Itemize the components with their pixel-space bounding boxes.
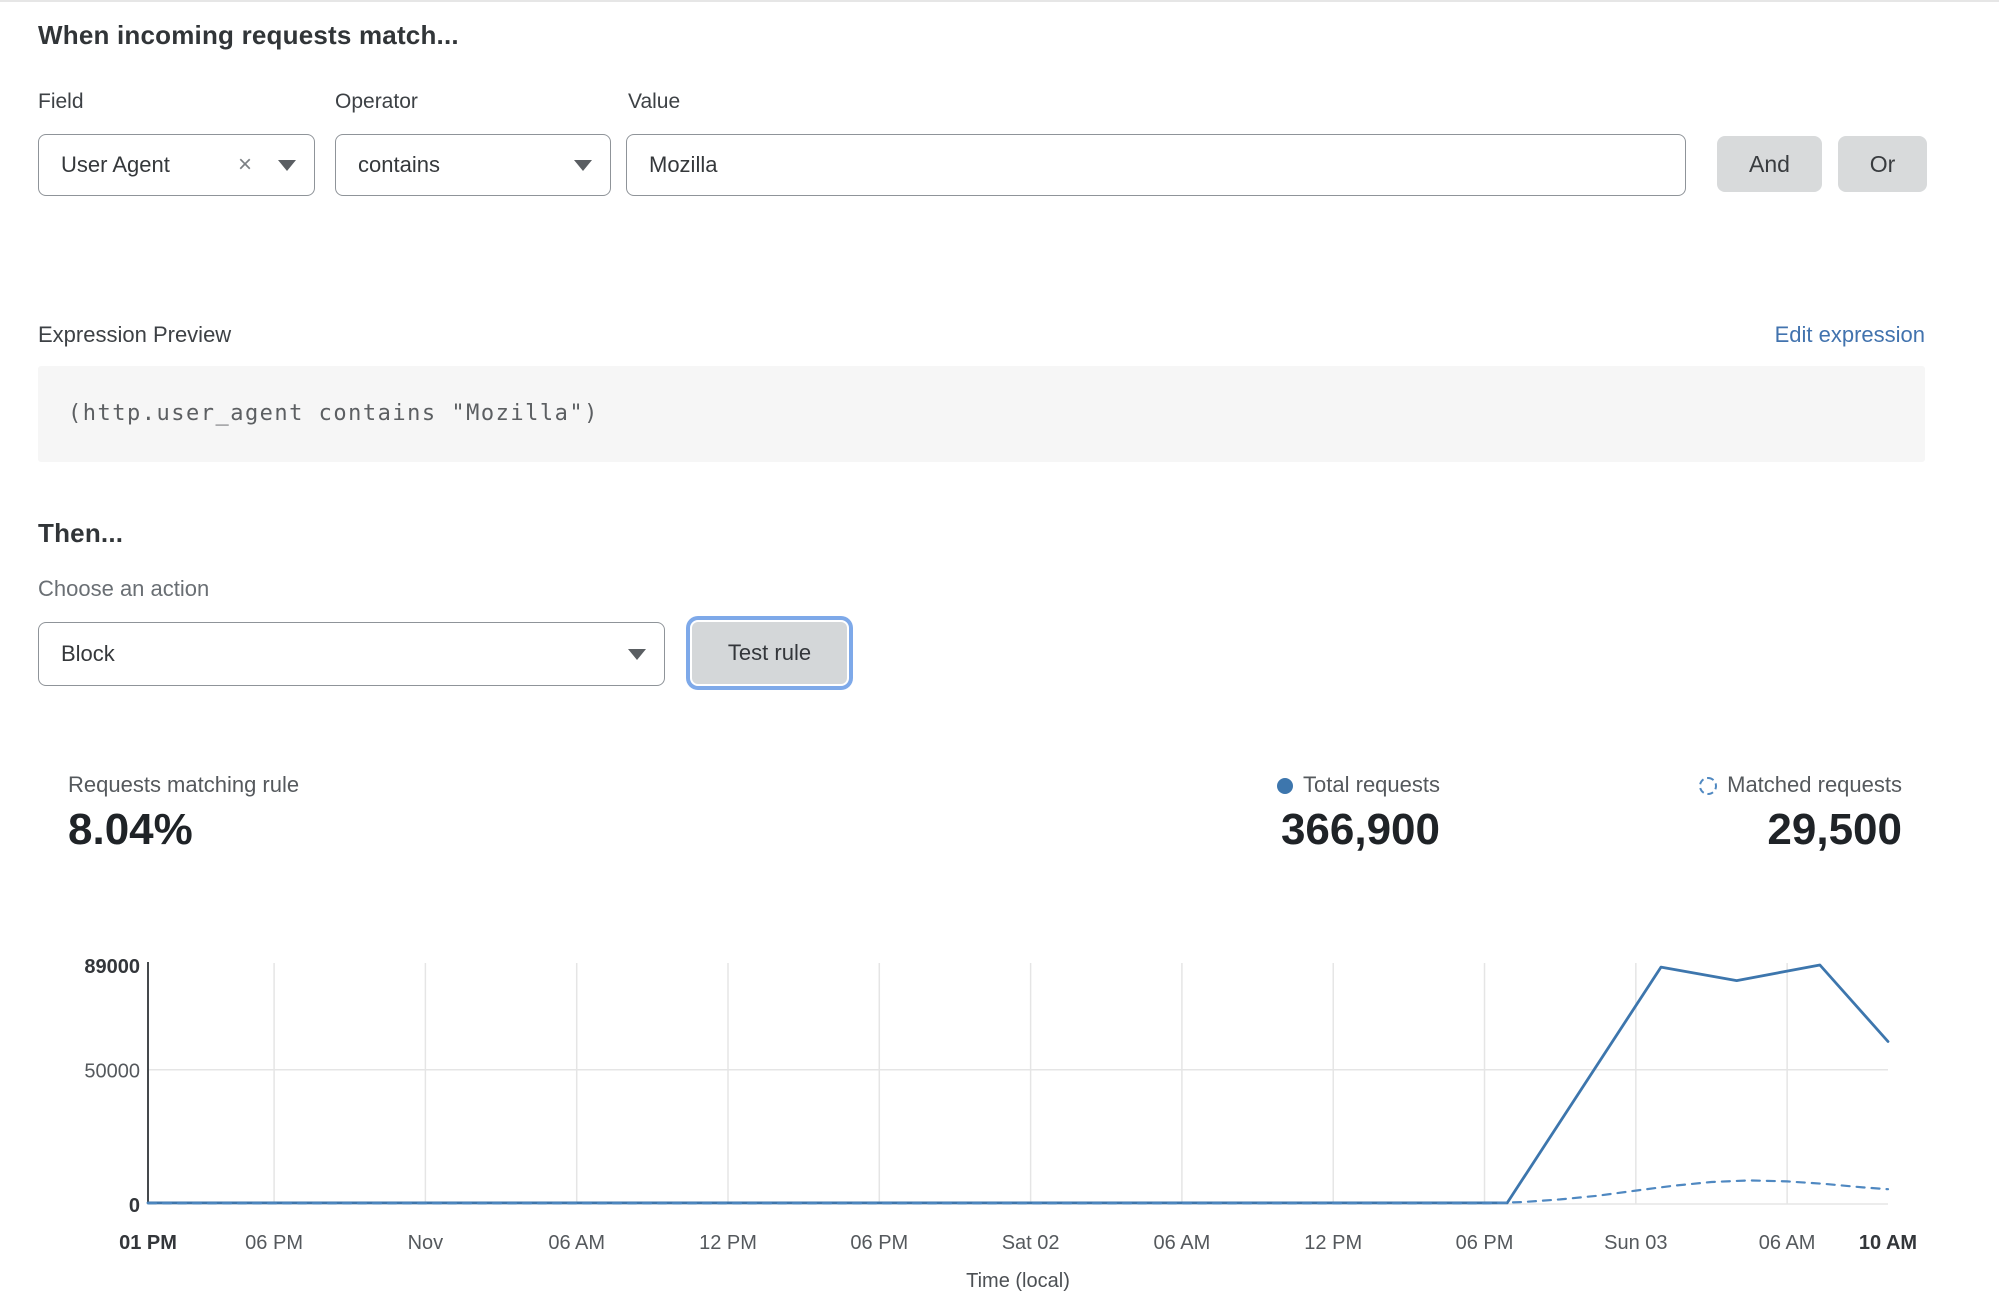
stat-total-label: Total requests: [1303, 772, 1440, 797]
expression-code: (http.user_agent contains "Mozilla"): [38, 366, 1925, 462]
test-rule-button[interactable]: Test rule: [692, 622, 847, 684]
stat-total-value: 366,900: [1277, 808, 1440, 852]
firewall-rule-editor: When incoming requests match... Field Op…: [0, 0, 1999, 1295]
stat-matching-label: Requests matching rule: [68, 774, 299, 796]
stat-requests-matching: Requests matching rule 8.04%: [68, 774, 299, 852]
stat-total-requests: Total requests 366,900: [1277, 774, 1440, 852]
stat-matched-value: 29,500: [1699, 808, 1902, 852]
svg-text:06 AM: 06 AM: [1154, 1232, 1211, 1254]
stat-matched-requests: Matched requests 29,500: [1699, 774, 1902, 852]
svg-text:06 PM: 06 PM: [1456, 1232, 1514, 1254]
operator-select-value: contains: [358, 152, 574, 178]
choose-action-label: Choose an action: [38, 576, 209, 602]
value-input[interactable]: [626, 134, 1686, 196]
action-select[interactable]: Block: [38, 622, 665, 686]
operator-label: Operator: [335, 90, 418, 114]
page-title: When incoming requests match...: [38, 20, 459, 51]
field-select-value: User Agent: [61, 152, 238, 178]
field-select[interactable]: User Agent ×: [38, 134, 315, 196]
svg-text:06 PM: 06 PM: [245, 1232, 303, 1254]
stat-matching-value: 8.04%: [68, 808, 299, 852]
stat-matched-label: Matched requests: [1727, 772, 1902, 797]
chevron-down-icon: [628, 649, 646, 660]
svg-text:06 AM: 06 AM: [548, 1232, 605, 1254]
chevron-down-icon: [574, 160, 592, 171]
field-label: Field: [38, 90, 84, 114]
svg-text:50000: 50000: [84, 1061, 140, 1083]
clear-field-icon[interactable]: ×: [238, 153, 252, 177]
svg-text:10 AM: 10 AM: [1859, 1232, 1917, 1254]
svg-text:Nov: Nov: [408, 1232, 444, 1254]
svg-text:01 PM: 01 PM: [119, 1232, 177, 1254]
operator-select[interactable]: contains: [335, 134, 611, 196]
then-title: Then...: [38, 518, 123, 549]
edit-expression-link[interactable]: Edit expression: [1775, 322, 1925, 348]
svg-text:12 PM: 12 PM: [699, 1232, 757, 1254]
svg-text:06 AM: 06 AM: [1759, 1232, 1816, 1254]
requests-time-series-chart: 89000 50000 0 01 PM 06 PM Nov 06 AM 12 PM 06 PM S…: [0, 937, 1999, 1295]
svg-text:89000: 89000: [84, 956, 140, 978]
and-button[interactable]: And: [1717, 136, 1822, 192]
or-button[interactable]: Or: [1838, 136, 1927, 192]
expression-code-block: (http.user_agent contains "Mozilla"): [38, 366, 1925, 462]
svg-text:0: 0: [129, 1195, 140, 1217]
svg-text:Sat 02: Sat 02: [1002, 1232, 1060, 1254]
svg-text:Time (local): Time (local): [966, 1270, 1070, 1292]
action-select-value: Block: [61, 641, 628, 667]
svg-text:06 PM: 06 PM: [850, 1232, 908, 1254]
svg-text:Sun 03: Sun 03: [1604, 1232, 1667, 1254]
expression-preview-label: Expression Preview: [38, 322, 231, 348]
total-requests-legend-icon: [1277, 778, 1293, 794]
svg-text:12 PM: 12 PM: [1304, 1232, 1362, 1254]
matched-requests-legend-icon: [1699, 777, 1717, 795]
chevron-down-icon: [278, 160, 296, 171]
value-label: Value: [628, 90, 680, 114]
